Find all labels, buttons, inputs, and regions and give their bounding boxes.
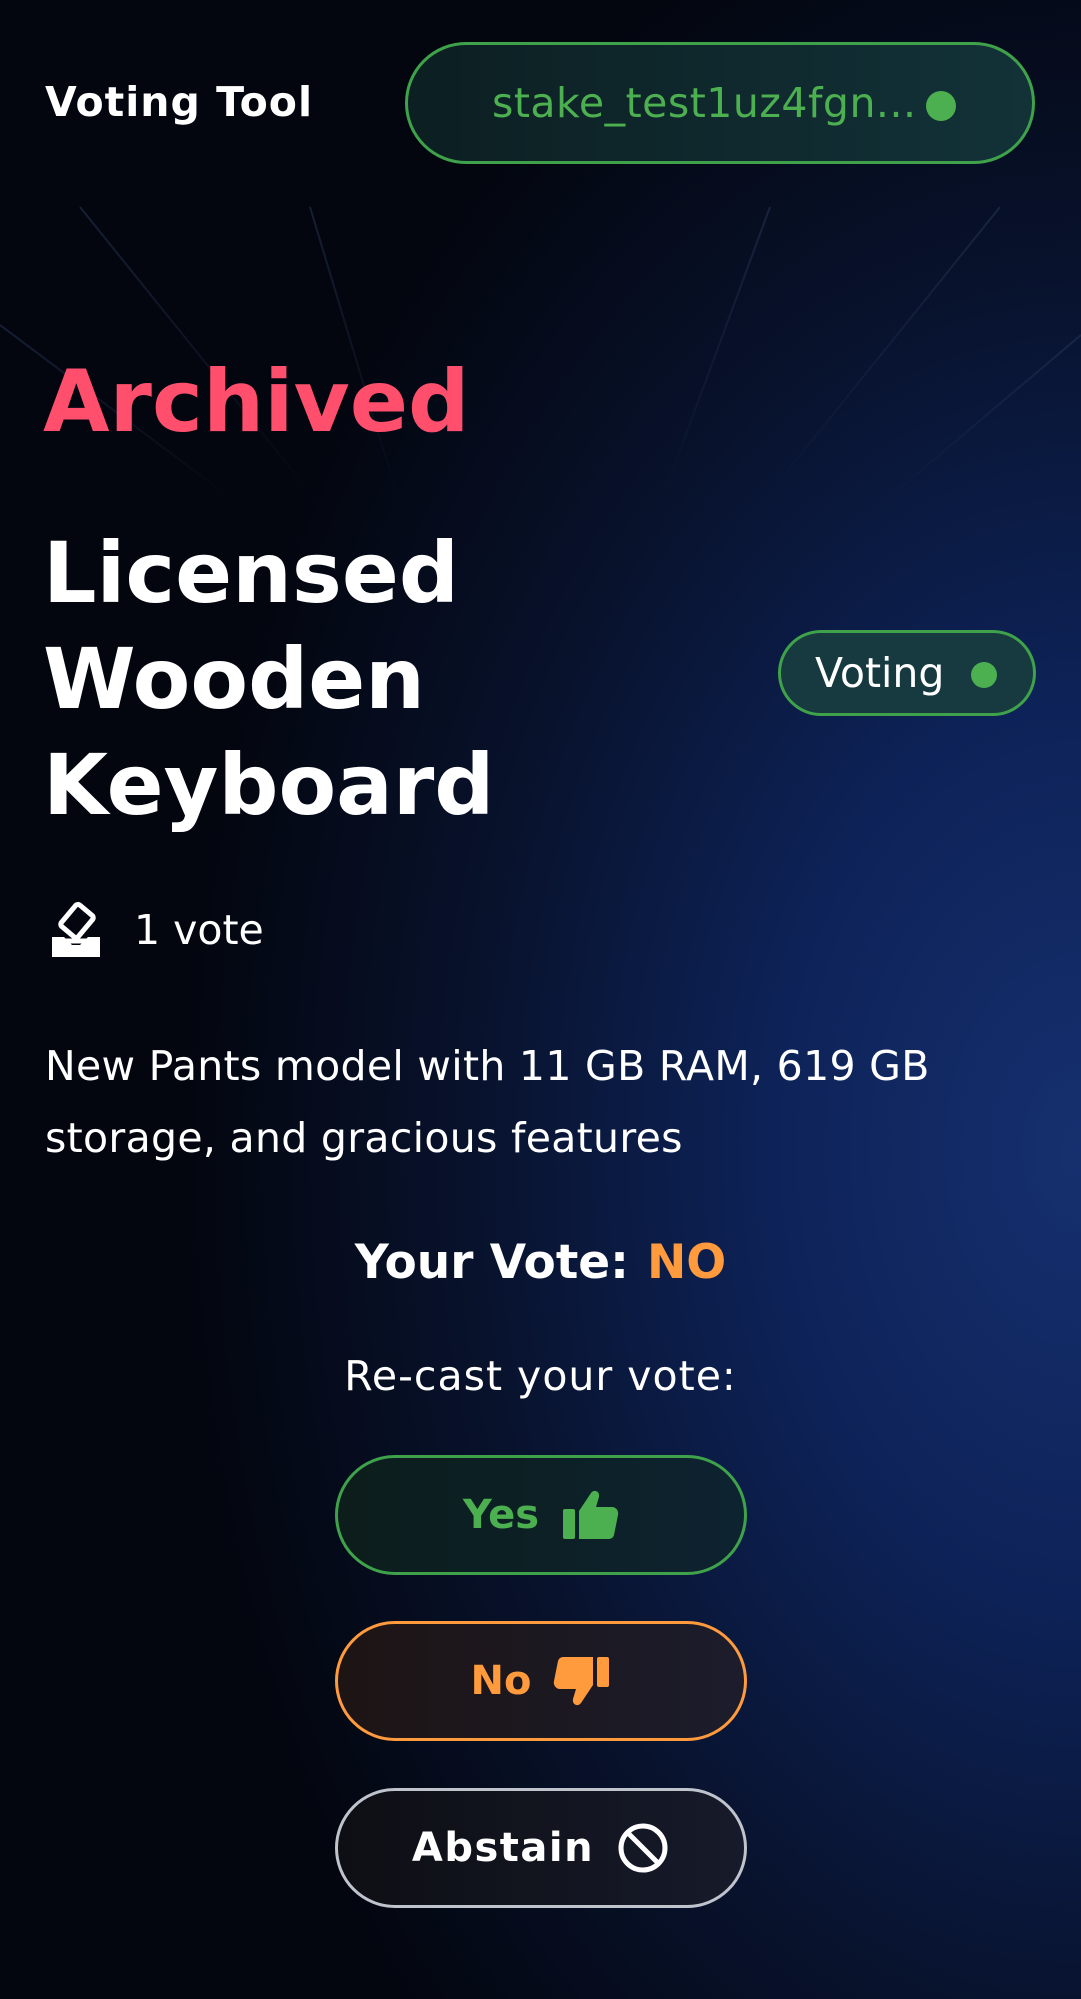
vote-no-label: No [470,1658,532,1704]
voting-status-label: Voting [815,649,945,697]
your-vote-value: NO [646,1235,727,1290]
voting-status-dot [971,662,997,688]
proposal-title-line: Licensed [43,524,459,622]
recast-label: Re-cast your vote: [344,1352,737,1400]
proposal-title: Licensed Wooden Keyboard [43,520,563,838]
proposal-title-line: Keyboard [43,736,495,834]
wallet-button[interactable]: stake_test1uz4fgn... [405,42,1035,164]
vote-yes-button[interactable]: Yes [335,1455,747,1575]
connection-status-dot [926,91,956,121]
vote-abstain-button[interactable]: Abstain [335,1788,747,1908]
app-title[interactable]: Voting Tool [45,78,313,126]
your-vote-label: Your Vote: [354,1235,629,1290]
thumbs-up-icon [563,1490,619,1539]
vote-count: 1 vote [48,900,264,960]
ballot-box-icon [52,901,100,957]
thumbs-down-icon [554,1657,610,1706]
vote-no-button[interactable]: No [335,1621,747,1741]
vote-count-text: 1 vote [134,906,264,954]
proposal-title-line: Wooden [43,630,425,728]
top-bar: Voting Tool stake_test1uz4fgn... [0,0,1081,205]
ban-icon [618,1823,668,1873]
vote-abstain-label: Abstain [411,1825,595,1871]
your-vote: Your Vote: NO [0,1235,1081,1290]
proposal-status-heading: Archived [43,352,470,452]
vote-yes-label: Yes [462,1492,540,1538]
voting-status-badge: Voting [778,630,1036,716]
wallet-address: stake_test1uz4fgn... [492,79,917,127]
proposal-description: New Pants model with 11 GB RAM, 619 GB s… [45,1042,930,1162]
